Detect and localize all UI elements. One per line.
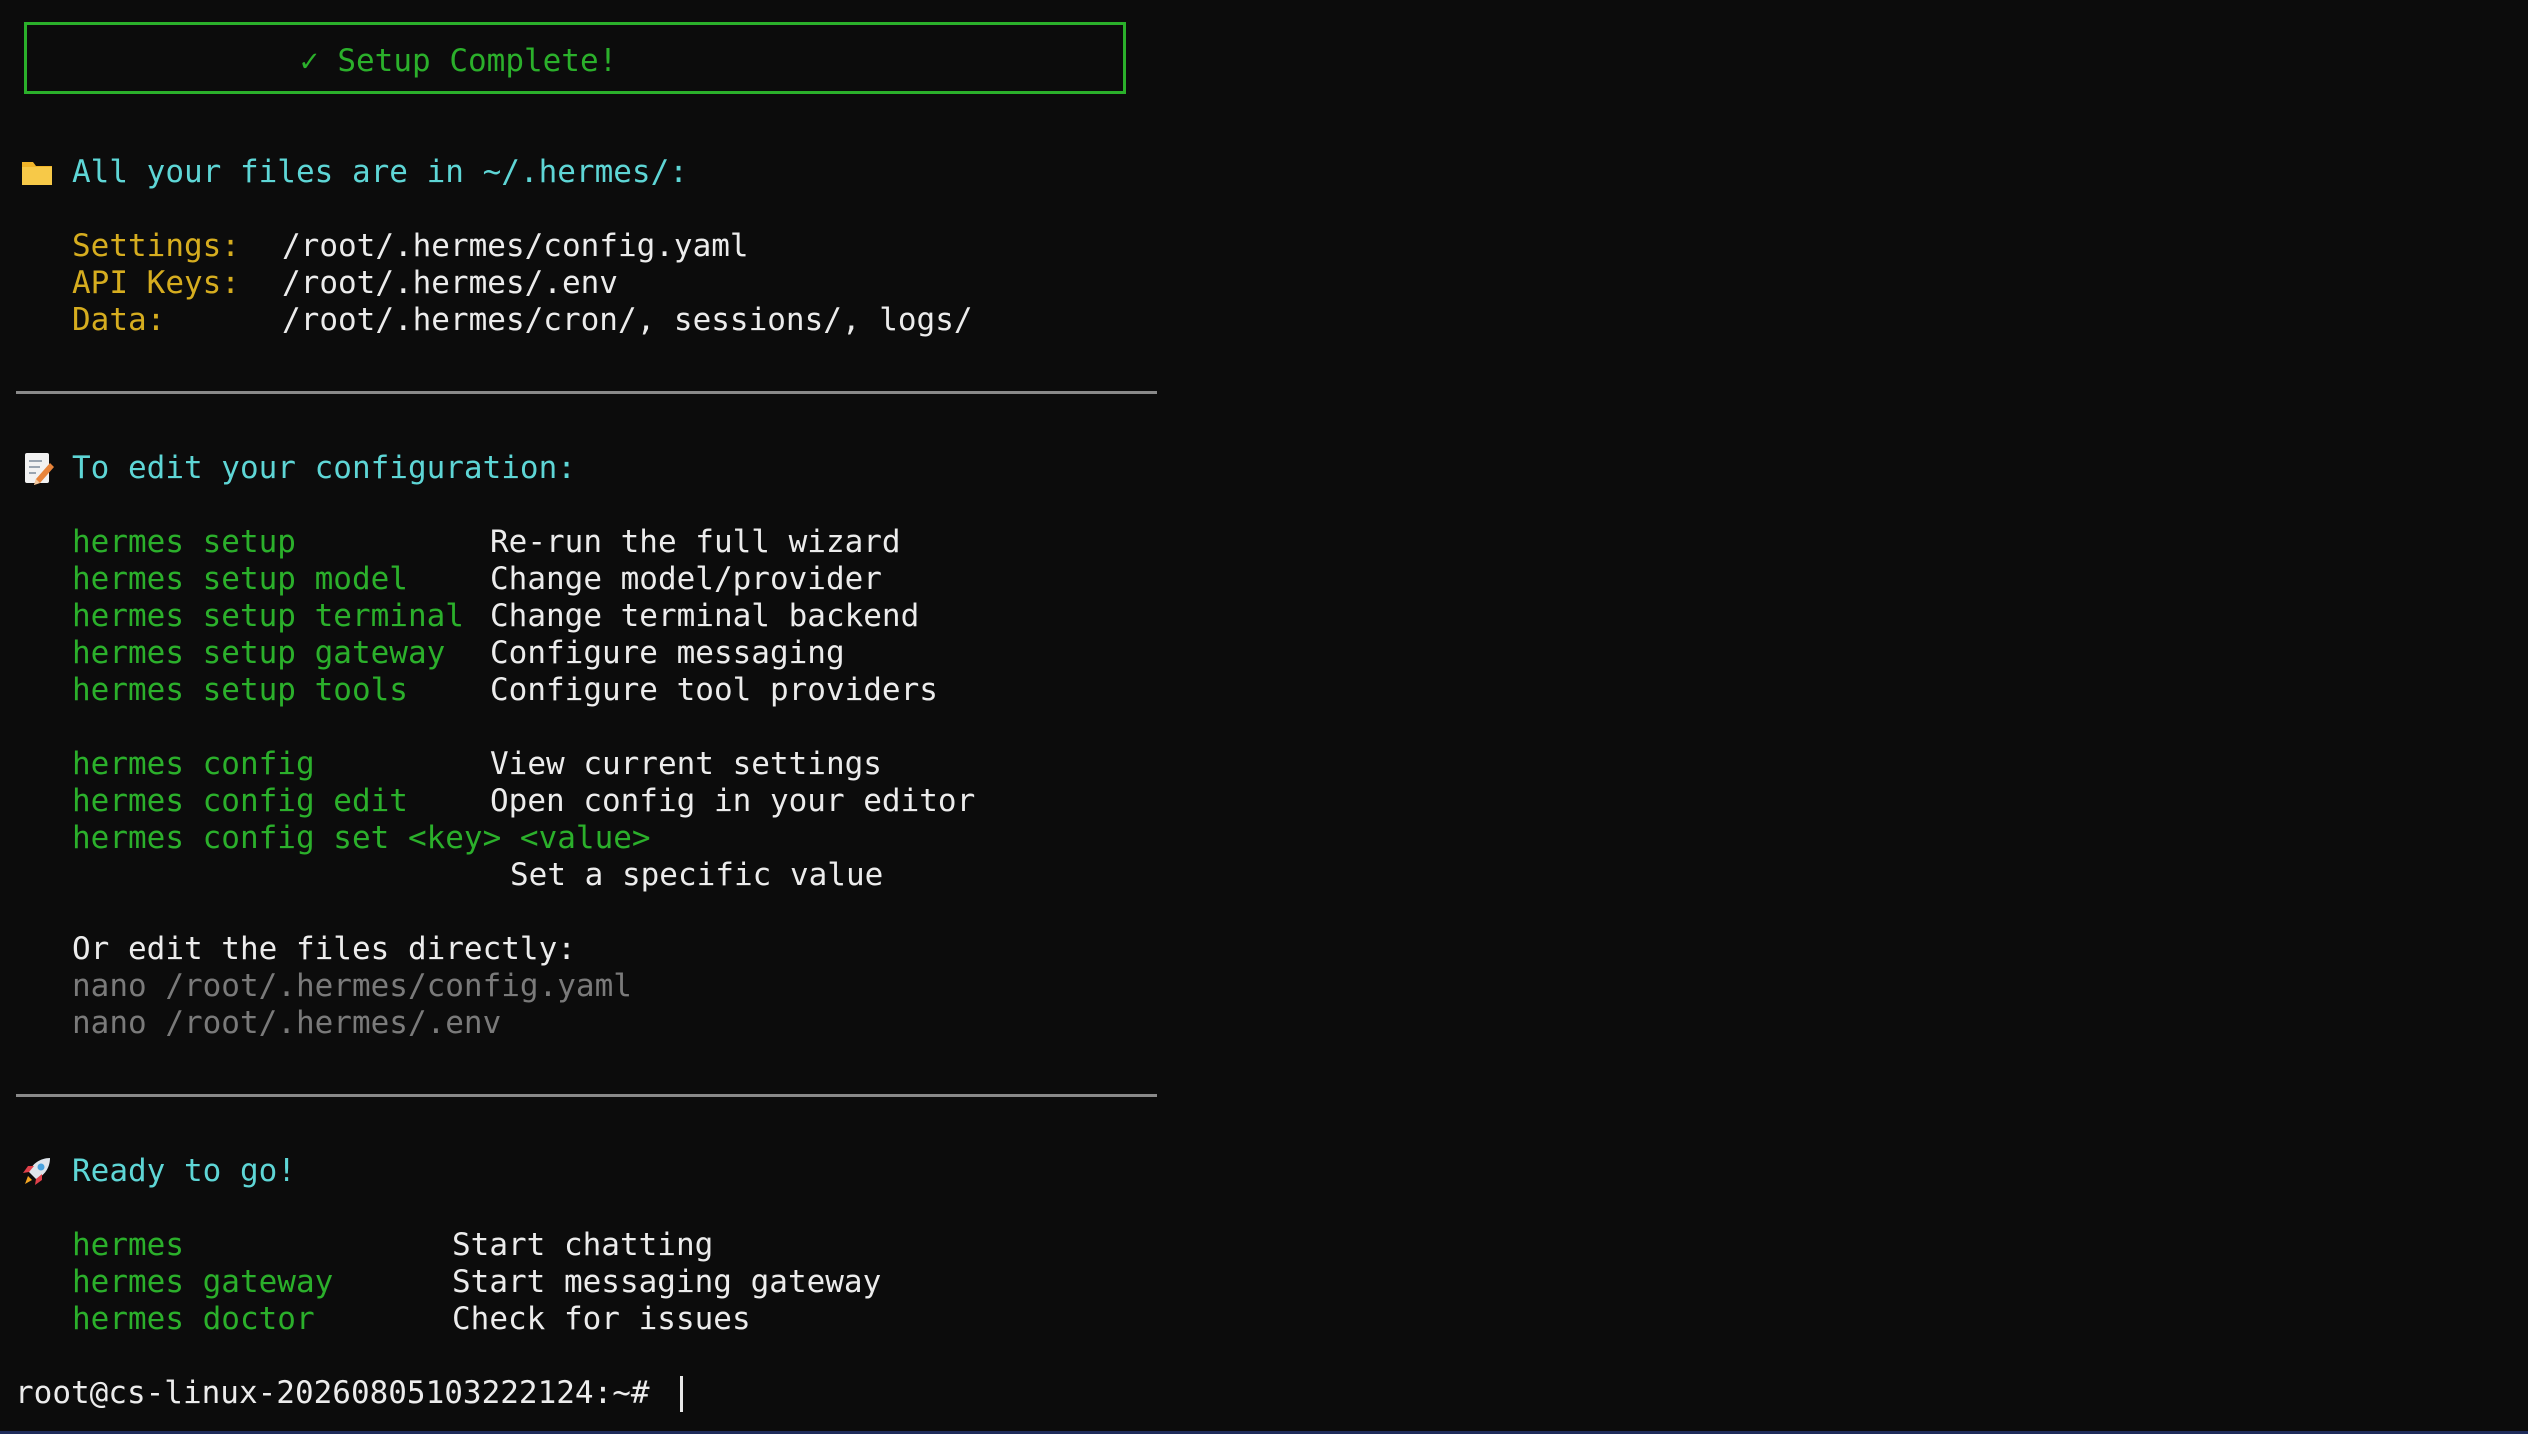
- cmd-hermes-gateway-desc: Start messaging gateway: [452, 1264, 882, 1300]
- check-icon: ✓: [300, 43, 319, 79]
- nano-env-command: nano /root/.hermes/.env: [72, 1005, 502, 1041]
- cmd-hermes-doctor-desc: Check for issues: [452, 1301, 751, 1337]
- ready-heading: Ready to go!: [72, 1153, 296, 1189]
- divider: [16, 391, 1157, 394]
- cmd-setup-terminal: hermes setup terminal: [72, 598, 464, 634]
- files-heading: All your files are in ~/.hermes/:: [72, 154, 688, 190]
- edit-heading: To edit your configuration:: [72, 450, 576, 486]
- cmd-setup-gateway-desc: Configure messaging: [490, 635, 845, 671]
- folder-icon: [22, 162, 52, 185]
- data-path: /root/.hermes/cron/, sessions/, logs/: [282, 302, 973, 338]
- rocket-icon: [23, 1158, 50, 1185]
- divider: [16, 1094, 1157, 1097]
- settings-path: /root/.hermes/config.yaml: [282, 228, 749, 264]
- cmd-config-edit-desc: Open config in your editor: [490, 783, 976, 819]
- cmd-setup-desc: Re-run the full wizard: [490, 524, 901, 560]
- cmd-config-set-desc: Set a specific value: [510, 857, 884, 893]
- cmd-setup-gateway: hermes setup gateway: [72, 635, 446, 671]
- cmd-setup: hermes setup: [72, 524, 296, 560]
- cmd-hermes-doctor: hermes doctor: [72, 1301, 315, 1337]
- cmd-config-desc: View current settings: [490, 746, 882, 782]
- settings-label: Settings:: [72, 228, 240, 264]
- api-keys-label: API Keys:: [72, 265, 240, 301]
- cmd-setup-model: hermes setup model: [72, 561, 408, 597]
- data-label: Data:: [72, 302, 166, 338]
- banner-title: Setup Complete!: [337, 43, 618, 79]
- cmd-hermes-desc: Start chatting: [452, 1227, 714, 1263]
- nano-config-command: nano /root/.hermes/config.yaml: [72, 968, 632, 1004]
- memo-icon: [25, 453, 54, 485]
- cmd-config-edit: hermes config edit: [72, 783, 408, 819]
- shell-prompt[interactable]: root@cs-linux-20260805103222124:~#: [15, 1375, 650, 1412]
- text-cursor[interactable]: [680, 1376, 683, 1412]
- direct-edit-heading: Or edit the files directly:: [72, 931, 576, 967]
- cmd-config: hermes config: [72, 746, 315, 782]
- api-keys-path: /root/.hermes/.env: [282, 265, 618, 301]
- cmd-hermes: hermes: [72, 1227, 184, 1263]
- cmd-setup-tools-desc: Configure tool providers: [490, 672, 938, 708]
- cmd-setup-terminal-desc: Change terminal backend: [490, 598, 920, 634]
- setup-complete-text: ✓ Setup Complete!: [300, 39, 617, 84]
- cmd-hermes-gateway: hermes gateway: [72, 1264, 334, 1300]
- cmd-config-set: hermes config set <key> <value>: [72, 820, 651, 856]
- cmd-setup-tools: hermes setup tools: [72, 672, 408, 708]
- cmd-setup-model-desc: Change model/provider: [490, 561, 882, 597]
